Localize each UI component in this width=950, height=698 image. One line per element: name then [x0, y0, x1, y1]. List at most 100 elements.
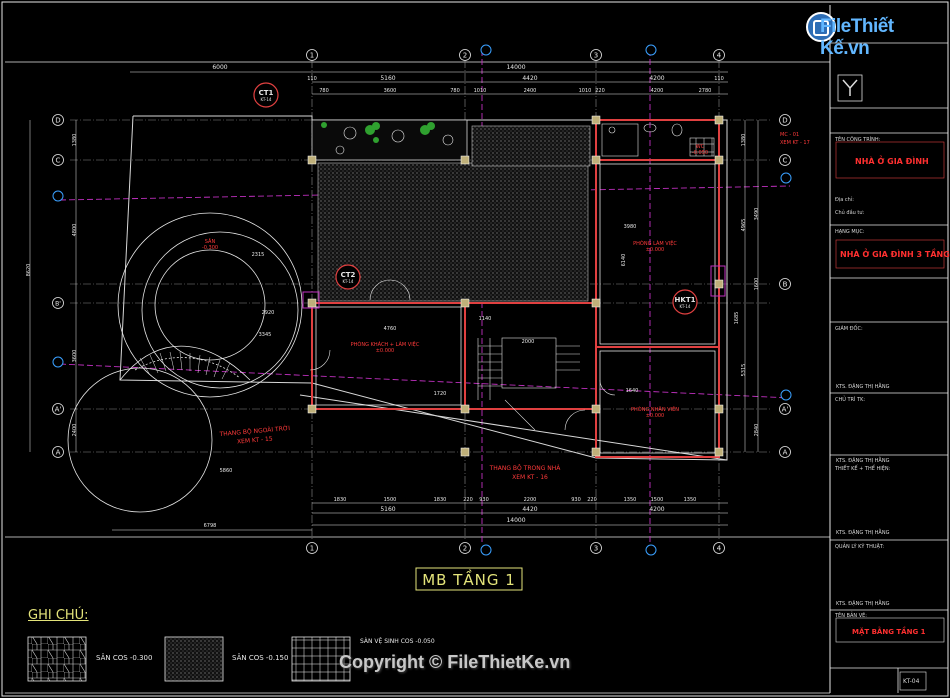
tb-item: NHÀ Ở GIA ĐÌNH 3 TẦNG: [840, 250, 950, 259]
axis-label-right: A: [783, 449, 788, 457]
axis-label-right: C: [783, 157, 788, 165]
axis-label-right: A': [782, 406, 789, 414]
stair-ref-outdoor: XEM KT - 15: [237, 435, 273, 445]
copyright-watermark: Copyright © FileThietKe.vn: [339, 652, 571, 672]
axis-label-bottom: 4: [717, 545, 722, 553]
dim-left: 1380: [72, 134, 78, 147]
axis-label-left: B': [55, 301, 61, 308]
dim-top: 4420: [522, 75, 537, 82]
axis-label-top: 1: [310, 52, 314, 60]
axis-label-top: 3: [594, 52, 598, 60]
drawing-title: MB TẦNG 1: [422, 571, 516, 589]
dim-top-sub: 3600: [384, 88, 397, 94]
dim-misc: 1685: [734, 312, 740, 325]
dim-bottom-sub: 1500: [384, 497, 397, 503]
dim-bottom-sub: 2200: [524, 497, 537, 503]
stair-ref-indoor: XEM KT - 16: [512, 474, 548, 481]
axis-label-left: A: [56, 449, 61, 457]
dim-5860: 5860: [220, 468, 233, 474]
dim-bottom: 4200: [649, 506, 664, 513]
axis-label-top: 4: [717, 52, 722, 60]
room-level: ±0.000: [376, 348, 395, 354]
logo-suffix: .vn: [843, 38, 870, 59]
tb-owner-label: Chủ đầu tư:: [835, 210, 865, 216]
room-level: ±0.000: [646, 413, 665, 419]
dim-top-sub: 220: [595, 88, 605, 94]
dim-misc: 4760: [384, 326, 397, 332]
tb-designer-label: THIẾT KẾ + THỂ HIỆN:: [835, 466, 891, 472]
dim-top: 5160: [380, 75, 395, 82]
dim-top-sub: 1010: [474, 88, 487, 94]
dim-bottom-sub: 1350: [624, 497, 637, 503]
dim-bottom: 5160: [380, 506, 395, 513]
dim-bottom-sub: 1830: [434, 497, 447, 503]
tag-sub: KT-14: [343, 279, 354, 284]
tb-item-label: HẠNG MỤC:: [835, 229, 865, 235]
tb-sheet-no: KT-04: [903, 678, 920, 685]
room-name: SÂN: [205, 238, 216, 245]
dim-bottom-total: 14000: [506, 517, 525, 524]
dim-bottom-sub: 930: [479, 497, 489, 503]
stair-label-indoor: THANG BỘ TRONG NHÀ: [489, 465, 562, 472]
tb-designer: KTS. ĐẶNG THỊ HẰNG: [836, 530, 890, 536]
dim-misc: 2000: [522, 339, 535, 345]
room-name: PHÒNG KHÁCH + LÀM VIỆC: [351, 340, 420, 348]
dim-misc: 3345: [259, 332, 272, 338]
tag-name: CT1: [259, 89, 274, 97]
dim-6798: 6798: [204, 523, 217, 529]
tag-sub: KT-14: [261, 97, 272, 102]
axis-label-bottom: 2: [463, 545, 467, 553]
spiral-stair: [67, 212, 303, 513]
dim-misc: 2920: [262, 310, 275, 316]
dim-right: 5315: [741, 364, 747, 377]
tag-name: CT2: [341, 271, 356, 279]
tb-qa: KTS. ĐẶNG THỊ HẰNG: [836, 601, 890, 607]
tb-qa-label: QUẢN LÝ KỸ THUẬT:: [835, 544, 885, 550]
room-level: -0.300: [202, 245, 218, 251]
tb-sheet-label: TÊN BẢN VẼ:: [835, 613, 867, 619]
tb-address-label: Địa chỉ:: [835, 197, 854, 203]
dim-right: 1380: [741, 134, 747, 147]
dim-top-total: 14000: [506, 64, 525, 71]
axis-label-right: B: [783, 281, 788, 289]
dim-bottom-sub: 220: [463, 497, 473, 503]
tb-director: KTS. ĐẶNG THỊ HẰNG: [836, 384, 890, 390]
dim-top-sub: 780: [450, 88, 460, 94]
tb-project: NHÀ Ở GIA ĐÌNH: [855, 157, 929, 166]
section-ref: MC - 01: [780, 132, 799, 138]
axis-label-bottom: 3: [594, 545, 598, 553]
axis-label-left: A': [55, 406, 62, 414]
dim-top-sub: 2400: [524, 88, 537, 94]
site-logo[interactable]: FileThiết Kế.vn: [806, 10, 946, 59]
tb-sheet: MẶT BẰNG TẦNG 1: [852, 628, 926, 636]
axis-label-left: D: [55, 117, 60, 125]
dim-misc: 1640: [626, 388, 639, 394]
dim-top-sub: 2780: [699, 88, 712, 94]
dim-misc: 3980: [624, 224, 637, 230]
dim-right: 1600: [754, 278, 760, 291]
dim-bottom-sub: 1350: [684, 497, 697, 503]
dim-misc: 6140: [621, 254, 627, 267]
axis-label-top: 2: [463, 52, 467, 60]
dim-bottom-sub: 220: [587, 497, 597, 503]
dim-top-sub: 4200: [651, 88, 664, 94]
dim-left: 2400: [72, 424, 78, 437]
room-name: PHÒNG NHÂN VIÊN: [631, 405, 679, 413]
room-level: -0.050: [692, 150, 708, 156]
tb-chief-label: CHỦ TRÌ TK:: [835, 397, 866, 403]
dim-right: 3490: [754, 208, 760, 221]
cad-drawing: 1 1 2 2 3 3 4 4 D D C C B' B A' A' A A 14000 14000 6000 110 11…: [1, 1, 949, 697]
dim-outer: 6000: [212, 64, 227, 71]
dim-left: 8620: [26, 264, 32, 277]
dim-outer: 110: [714, 76, 724, 82]
tb-chief: KTS. ĐẶNG THỊ HẰNG: [836, 458, 890, 464]
legend-label-2: SÂN COS -0.150: [232, 654, 289, 662]
dim-top: 4200: [649, 75, 664, 82]
tag-name: HKT1: [675, 296, 696, 304]
dim-top-sub: 780: [319, 88, 329, 94]
notes-heading: GHI CHÚ:: [28, 608, 89, 623]
dim-bottom-sub: 1500: [651, 497, 664, 503]
tag-sub: KT-14: [680, 304, 691, 309]
dim-left: 4800: [72, 224, 78, 237]
axis-label-bottom: 1: [310, 545, 314, 553]
